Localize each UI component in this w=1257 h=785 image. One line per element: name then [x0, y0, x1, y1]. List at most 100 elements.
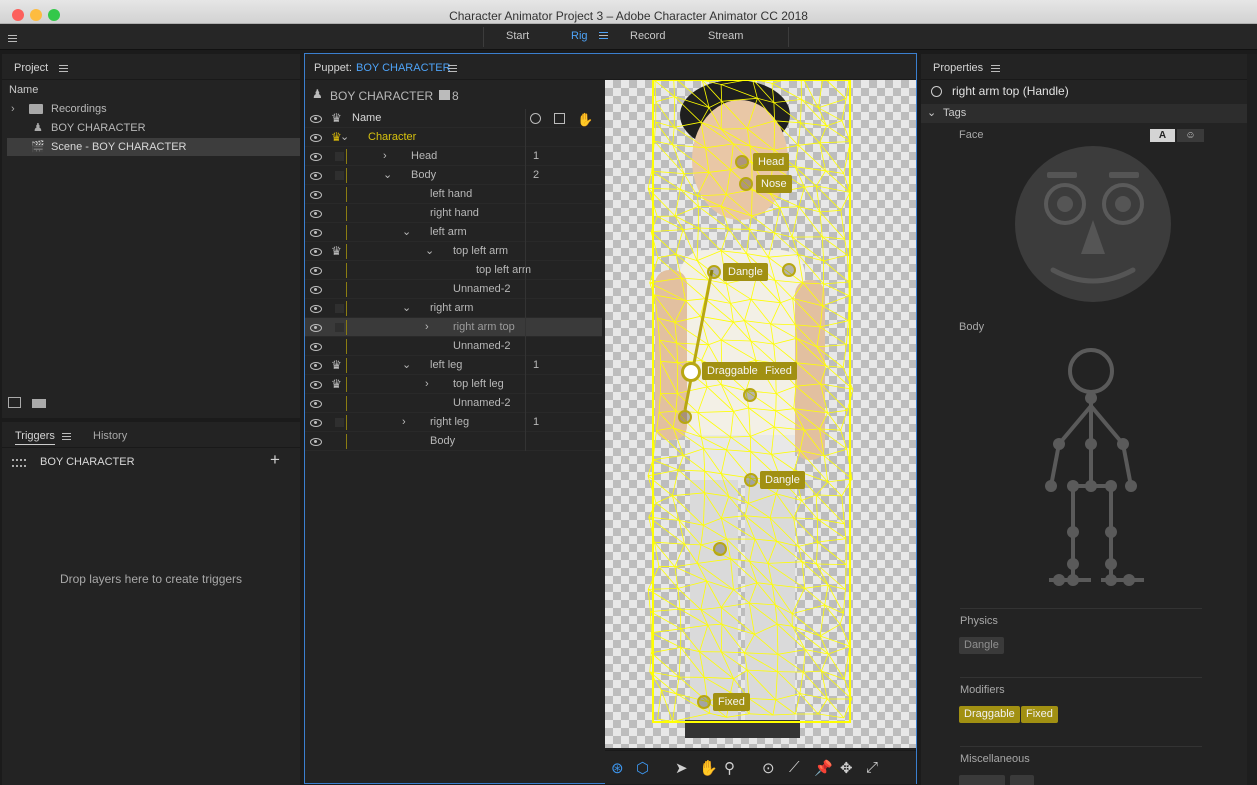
- layer-row[interactable]: › Head 1: [305, 147, 602, 166]
- body-joint-tag[interactable]: [1045, 480, 1057, 492]
- rig-canvas[interactable]: Head Nose Dangle Draggable Fixed Dangle …: [605, 80, 916, 748]
- tag-draggable[interactable]: Draggable: [702, 362, 763, 380]
- tags-section-header[interactable]: ⌄ Tags: [921, 104, 1257, 123]
- visibility-eye-icon[interactable]: [310, 343, 322, 351]
- visibility-eye-icon[interactable]: [310, 248, 322, 256]
- body-joint-tag[interactable]: [1067, 480, 1079, 492]
- layer-row[interactable]: › right arm top: [305, 318, 602, 337]
- visibility-eye-icon[interactable]: [310, 419, 322, 427]
- tag-dangle-leg[interactable]: Dangle: [760, 471, 805, 489]
- handle-hand[interactable]: [678, 410, 692, 424]
- tab-history[interactable]: History: [93, 430, 127, 442]
- tag-physics-dangle[interactable]: Dangle: [959, 637, 1004, 654]
- body-joint-tag[interactable]: [1105, 558, 1117, 570]
- body-joint-tag[interactable]: [1067, 526, 1079, 538]
- tag-dangle[interactable]: Dangle: [723, 263, 768, 281]
- body-joint-tag[interactable]: [1105, 526, 1117, 538]
- visibility-eye-icon[interactable]: [310, 172, 322, 180]
- layer-row[interactable]: top left arm: [305, 261, 602, 280]
- pin-tool-icon[interactable]: 📌: [814, 759, 833, 777]
- layer-row[interactable]: left hand: [305, 185, 602, 204]
- independent-crown-icon[interactable]: ♛: [331, 375, 342, 394]
- new-folder-icon[interactable]: [32, 399, 46, 408]
- independence-toggle[interactable]: [335, 171, 344, 180]
- visibility-eye-icon[interactable]: [310, 286, 322, 294]
- chevron-right-icon[interactable]: ›: [425, 375, 429, 394]
- add-trigger-icon[interactable]: +: [270, 450, 280, 470]
- project-item-recordings[interactable]: › Recordings: [7, 100, 300, 118]
- select-tool-icon[interactable]: ➤: [675, 759, 688, 777]
- misc-tag-partial[interactable]: [959, 775, 1005, 785]
- handle-knee[interactable]: [713, 542, 727, 556]
- layer-row[interactable]: ♛ › top left leg: [305, 375, 602, 394]
- body-joint-tag[interactable]: [1085, 392, 1097, 404]
- puppet-title-name[interactable]: BOY CHARACTER: [356, 62, 451, 74]
- visibility-eye-icon[interactable]: [310, 267, 322, 275]
- handle-nose[interactable]: [739, 177, 753, 191]
- layer-row[interactable]: Unnamed-2: [305, 394, 602, 413]
- layer-row[interactable]: right hand: [305, 204, 602, 223]
- workspace-tab-rig[interactable]: Rig: [571, 30, 588, 42]
- layer-row[interactable]: Unnamed-2: [305, 280, 602, 299]
- visibility-eye-icon[interactable]: [310, 153, 322, 161]
- chevron-right-icon[interactable]: ›: [11, 100, 15, 118]
- chevron-right-icon[interactable]: ›: [425, 318, 429, 337]
- handle-dangle-arm[interactable]: [707, 265, 721, 279]
- chevron-down-icon[interactable]: ⌄: [402, 223, 411, 242]
- layer-row[interactable]: Unnamed-2: [305, 337, 602, 356]
- tag-fixed-foot[interactable]: Fixed: [713, 693, 750, 711]
- left-pupil-tag[interactable]: [1057, 196, 1073, 212]
- project-item-scene[interactable]: 🎬 Scene - BOY CHARACTER: [7, 138, 300, 156]
- layer-row[interactable]: ♛ ⌄ left leg 1: [305, 356, 602, 375]
- face-icon-view-toggle[interactable]: ☺: [1177, 129, 1204, 142]
- chevron-down-icon[interactable]: ⌄: [927, 106, 936, 119]
- chevron-down-icon[interactable]: ⌄: [425, 242, 434, 261]
- handle-tool-icon[interactable]: ⟋: [789, 759, 800, 776]
- tag-modifier-draggable[interactable]: Draggable: [959, 706, 1020, 723]
- chevron-down-icon[interactable]: ⌄: [402, 356, 411, 375]
- right-eyebrow-tag[interactable]: [1109, 172, 1139, 178]
- project-menu-icon[interactable]: [59, 65, 68, 72]
- body-joint-tag[interactable]: [1067, 574, 1079, 586]
- body-joint-tag[interactable]: [1067, 558, 1079, 570]
- visibility-eye-icon[interactable]: [310, 400, 322, 408]
- dragger-tool-icon[interactable]: ✥: [840, 759, 853, 777]
- body-joint-tag[interactable]: [1085, 480, 1097, 492]
- origin-tool-icon[interactable]: ⊙: [762, 759, 775, 777]
- properties-menu-icon[interactable]: [991, 65, 1000, 72]
- independent-crown-icon[interactable]: ♛: [331, 356, 342, 375]
- handle-selected[interactable]: [681, 362, 701, 382]
- body-joint-tag[interactable]: [1053, 438, 1065, 450]
- properties-title[interactable]: Properties: [933, 62, 983, 74]
- project-panel-title[interactable]: Project: [14, 62, 48, 74]
- triggers-menu-icon[interactable]: [62, 433, 71, 440]
- handle-head[interactable]: [735, 155, 749, 169]
- tag-nose[interactable]: Nose: [756, 175, 792, 193]
- head-tag[interactable]: [1068, 348, 1114, 394]
- independent-crown-icon[interactable]: ♛: [331, 242, 342, 261]
- column-name[interactable]: Name: [352, 109, 381, 128]
- right-pupil-tag[interactable]: [1115, 196, 1131, 212]
- layer-row[interactable]: ⌄ Body 2: [305, 166, 602, 185]
- layer-row[interactable]: › right leg 1: [305, 413, 602, 432]
- tab-triggers[interactable]: Triggers: [15, 430, 55, 445]
- face-text-view-toggle[interactable]: A: [1150, 129, 1175, 142]
- mesh-view-icon[interactable]: ⊛: [611, 759, 624, 777]
- body-joint-tag[interactable]: [1125, 480, 1137, 492]
- stick-tool-icon[interactable]: ⤢: [866, 759, 878, 776]
- visibility-eye-icon[interactable]: [310, 229, 322, 237]
- chevron-right-icon[interactable]: ›: [402, 413, 406, 432]
- new-scene-icon[interactable]: [8, 397, 21, 408]
- independence-toggle[interactable]: [335, 152, 344, 161]
- handle-shoulder[interactable]: [782, 263, 796, 277]
- handle-waist[interactable]: [743, 388, 757, 402]
- layer-row[interactable]: ♛ ⌄ top left arm: [305, 242, 602, 261]
- project-item-puppet[interactable]: ♟ BOY CHARACTER: [7, 119, 300, 137]
- tag-head[interactable]: Head: [753, 153, 790, 171]
- visibility-eye-icon[interactable]: [310, 134, 322, 142]
- workspace-tab-stream[interactable]: Stream: [708, 30, 743, 42]
- visibility-eye-icon[interactable]: [310, 210, 322, 218]
- visibility-eye-icon[interactable]: [310, 324, 322, 332]
- visibility-eye-icon[interactable]: [310, 438, 322, 446]
- visibility-eye-icon[interactable]: [310, 381, 322, 389]
